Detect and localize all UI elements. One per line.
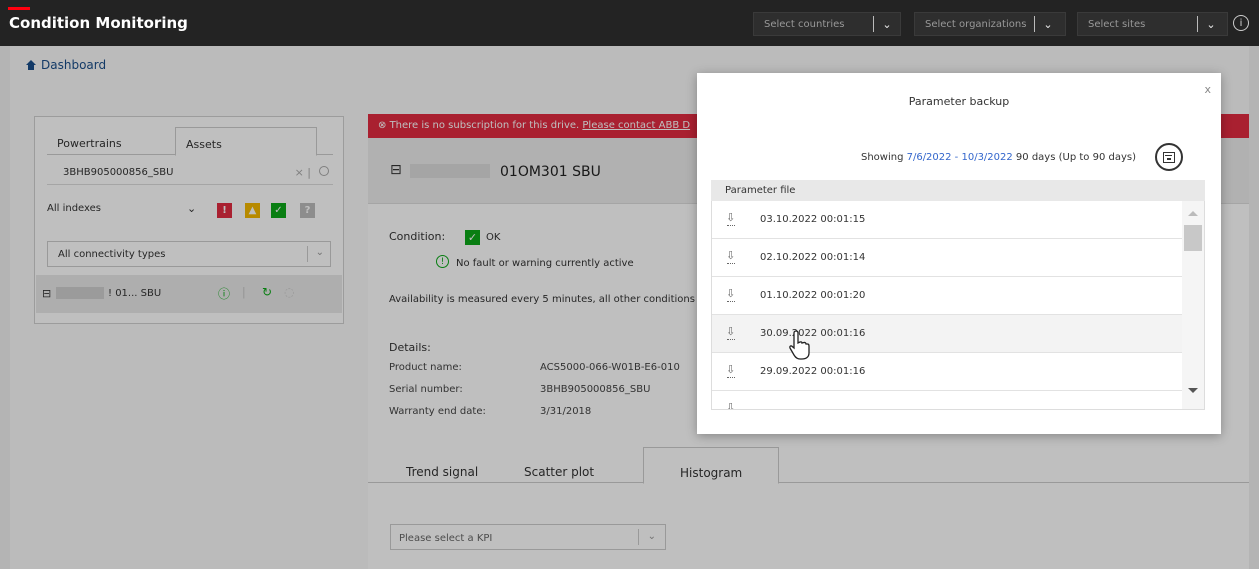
countries-select[interactable]: Select countries ⌄ (753, 12, 901, 36)
select-separator (873, 16, 874, 32)
download-icon[interactable] (726, 211, 736, 227)
organizations-placeholder: Select organizations (925, 18, 1027, 30)
sites-select[interactable]: Select sites ⌄ (1077, 12, 1228, 36)
showing-prefix: Showing (860, 152, 907, 163)
top-bar: Condition Monitoring Select countries ⌄ … (0, 0, 1259, 46)
file-timestamp: 01.10.2022 00:01:20 (760, 290, 866, 301)
download-icon[interactable] (726, 287, 736, 303)
chevron-down-icon[interactable]: ⌄ (1202, 15, 1220, 33)
brand-accent (8, 7, 30, 10)
table-row[interactable]: 02.10.2022 00:01:14 (712, 239, 1182, 277)
file-timestamp: 29.09.2022 00:01:16 (760, 366, 866, 377)
download-icon[interactable] (726, 325, 736, 341)
date-range-link[interactable]: 7/6/2022 - 10/3/2022 (907, 152, 1013, 163)
scrollbar[interactable] (1182, 201, 1204, 409)
date-range-summary: Showing 7/6/2022 - 10/3/2022 90 days (Up… (861, 152, 1136, 163)
calendar-icon (1163, 151, 1175, 163)
chevron-down-icon[interactable]: ⌄ (1039, 15, 1057, 33)
chevron-down-icon[interactable]: ⌄ (878, 15, 896, 33)
file-timestamp: 02.10.2022 00:01:14 (760, 252, 866, 263)
hand-pointer-icon (789, 330, 810, 360)
table-row[interactable]: 30.09.2022 00:01:16 (712, 315, 1182, 353)
showing-suffix: 90 days (Up to 90 days) (1012, 152, 1136, 163)
table-row[interactable]: 01.10.2022 00:01:20 (712, 277, 1182, 315)
select-separator (1034, 16, 1035, 32)
parameter-backup-dialog: x Parameter backup Showing 7/6/2022 - 10… (697, 73, 1221, 434)
dialog-title: Parameter backup (908, 95, 1010, 108)
table-row[interactable] (712, 391, 1182, 409)
download-icon[interactable] (726, 363, 736, 379)
info-icon[interactable]: i (1233, 15, 1249, 31)
scroll-up-arrow-icon[interactable] (1188, 211, 1198, 216)
parameter-file-list: 03.10.2022 00:01:15 02.10.2022 00:01:14 … (711, 201, 1205, 410)
calendar-button[interactable] (1155, 143, 1183, 171)
table-row[interactable]: 29.09.2022 00:01:16 (712, 353, 1182, 391)
table-header: Parameter file (711, 180, 1205, 201)
sites-placeholder: Select sites (1088, 18, 1146, 30)
select-separator (1197, 16, 1198, 32)
scroll-down-arrow-icon[interactable] (1188, 388, 1198, 393)
scroll-thumb[interactable] (1184, 225, 1202, 251)
download-icon[interactable] (726, 401, 736, 409)
table-row[interactable]: 03.10.2022 00:01:15 (712, 201, 1182, 239)
organizations-select[interactable]: Select organizations ⌄ (914, 12, 1066, 36)
app-title: Condition Monitoring (9, 14, 188, 32)
countries-placeholder: Select countries (764, 18, 845, 30)
file-timestamp: 03.10.2022 00:01:15 (760, 214, 866, 225)
download-icon[interactable] (726, 249, 736, 265)
